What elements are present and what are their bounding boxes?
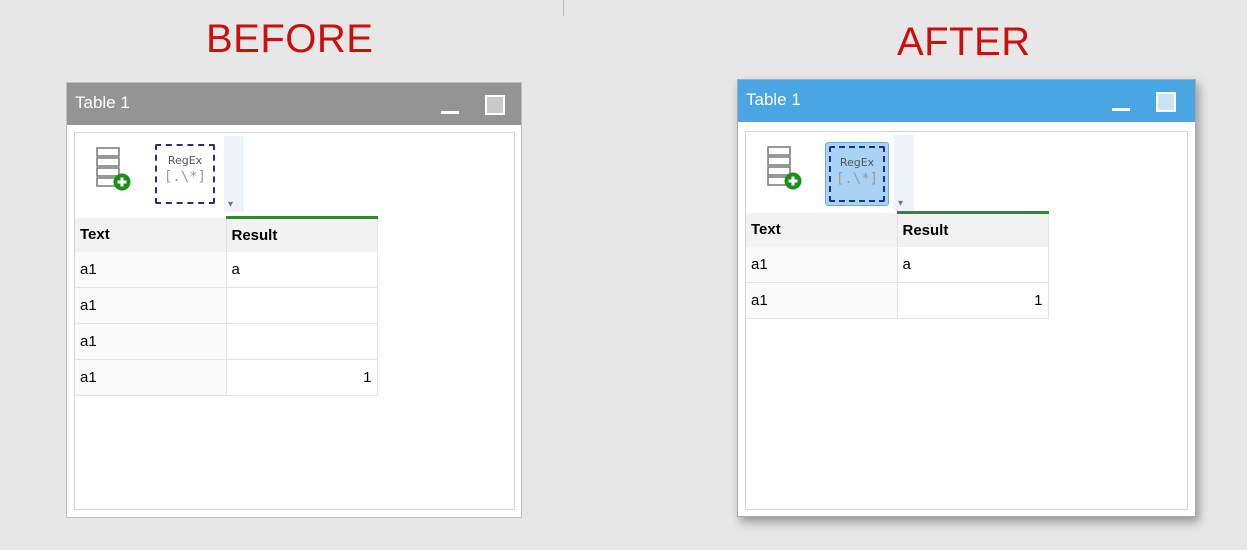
window-title: Table 1 bbox=[75, 93, 130, 112]
cell-result[interactable] bbox=[226, 287, 378, 324]
after-caption: AFTER bbox=[897, 20, 1031, 64]
column-header-result[interactable]: Result bbox=[897, 211, 1049, 247]
table-row: a1 a bbox=[75, 251, 378, 288]
column-header-text[interactable]: Text bbox=[75, 217, 227, 252]
after-table-window: Table 1 RegEx [.\*] ▾ Text Result a1 a a… bbox=[737, 79, 1196, 517]
cell-text[interactable]: a1 bbox=[75, 359, 227, 396]
table-row: a1 a bbox=[746, 246, 1049, 283]
table-content: RegEx [.\*] ▾ Text Result a1 a bbox=[745, 131, 1188, 510]
chevron-down-icon: ▾ bbox=[228, 199, 234, 210]
window-title-bar[interactable]: Table 1 bbox=[738, 80, 1195, 122]
regex-icon: RegEx [.\*] bbox=[829, 146, 885, 202]
table-toolbar: RegEx [.\*] ▾ bbox=[746, 132, 946, 212]
add-column-icon[interactable] bbox=[95, 146, 139, 196]
before-caption: BEFORE bbox=[206, 17, 374, 61]
regex-button[interactable]: RegEx [.\*] bbox=[154, 143, 218, 207]
minimize-icon[interactable] bbox=[1112, 95, 1130, 111]
maximize-icon[interactable] bbox=[1156, 92, 1176, 112]
panel-divider bbox=[563, 0, 564, 16]
maximize-icon[interactable] bbox=[485, 95, 505, 115]
regex-icon-label: RegEx bbox=[839, 156, 875, 169]
regex-button[interactable]: RegEx [.\*] bbox=[825, 142, 889, 206]
window-title-bar[interactable]: Table 1 bbox=[67, 83, 521, 125]
column-header-result[interactable]: Result bbox=[226, 216, 378, 252]
cell-result[interactable]: 1 bbox=[897, 282, 1049, 319]
cell-text[interactable]: a1 bbox=[75, 251, 227, 288]
window-title: Table 1 bbox=[746, 90, 801, 109]
add-column-icon[interactable] bbox=[766, 145, 810, 195]
chevron-down-icon: ▾ bbox=[898, 198, 904, 209]
toolbar-overflow[interactable]: ▾ bbox=[894, 135, 914, 211]
regex-icon: RegEx [.\*] bbox=[155, 144, 215, 204]
table-toolbar: RegEx [.\*] ▾ bbox=[75, 133, 275, 213]
toolbar-overflow[interactable]: ▾ bbox=[224, 136, 244, 212]
regex-icon-pattern: [.\*] bbox=[835, 171, 879, 187]
cell-result[interactable]: 1 bbox=[226, 359, 378, 396]
cell-result[interactable]: a bbox=[897, 246, 1049, 283]
cell-result[interactable] bbox=[226, 323, 378, 360]
cell-result[interactable]: a bbox=[226, 251, 378, 288]
cell-text[interactable]: a1 bbox=[746, 282, 898, 319]
table-row: a1 bbox=[75, 287, 378, 324]
cell-text[interactable]: a1 bbox=[746, 246, 898, 283]
table-content: RegEx [.\*] ▾ Text Result a1 a bbox=[74, 132, 515, 510]
regex-icon-label: RegEx bbox=[167, 154, 203, 167]
column-header-text[interactable]: Text bbox=[746, 212, 898, 247]
before-table-window: Table 1 RegEx [.\*] ▾ Text Result a1 a a… bbox=[66, 82, 522, 518]
table-row: a1 1 bbox=[746, 282, 1049, 319]
cell-text[interactable]: a1 bbox=[75, 287, 227, 324]
data-table: Text Result a1 a a1 a1 a1 1 bbox=[75, 216, 378, 396]
table-row: a1 1 bbox=[75, 359, 378, 396]
regex-icon-pattern: [.\*] bbox=[163, 169, 207, 185]
data-table: Text Result a1 a a1 1 bbox=[746, 211, 1049, 319]
cell-text[interactable]: a1 bbox=[75, 323, 227, 360]
table-row: a1 bbox=[75, 323, 378, 360]
minimize-icon[interactable] bbox=[441, 98, 459, 114]
